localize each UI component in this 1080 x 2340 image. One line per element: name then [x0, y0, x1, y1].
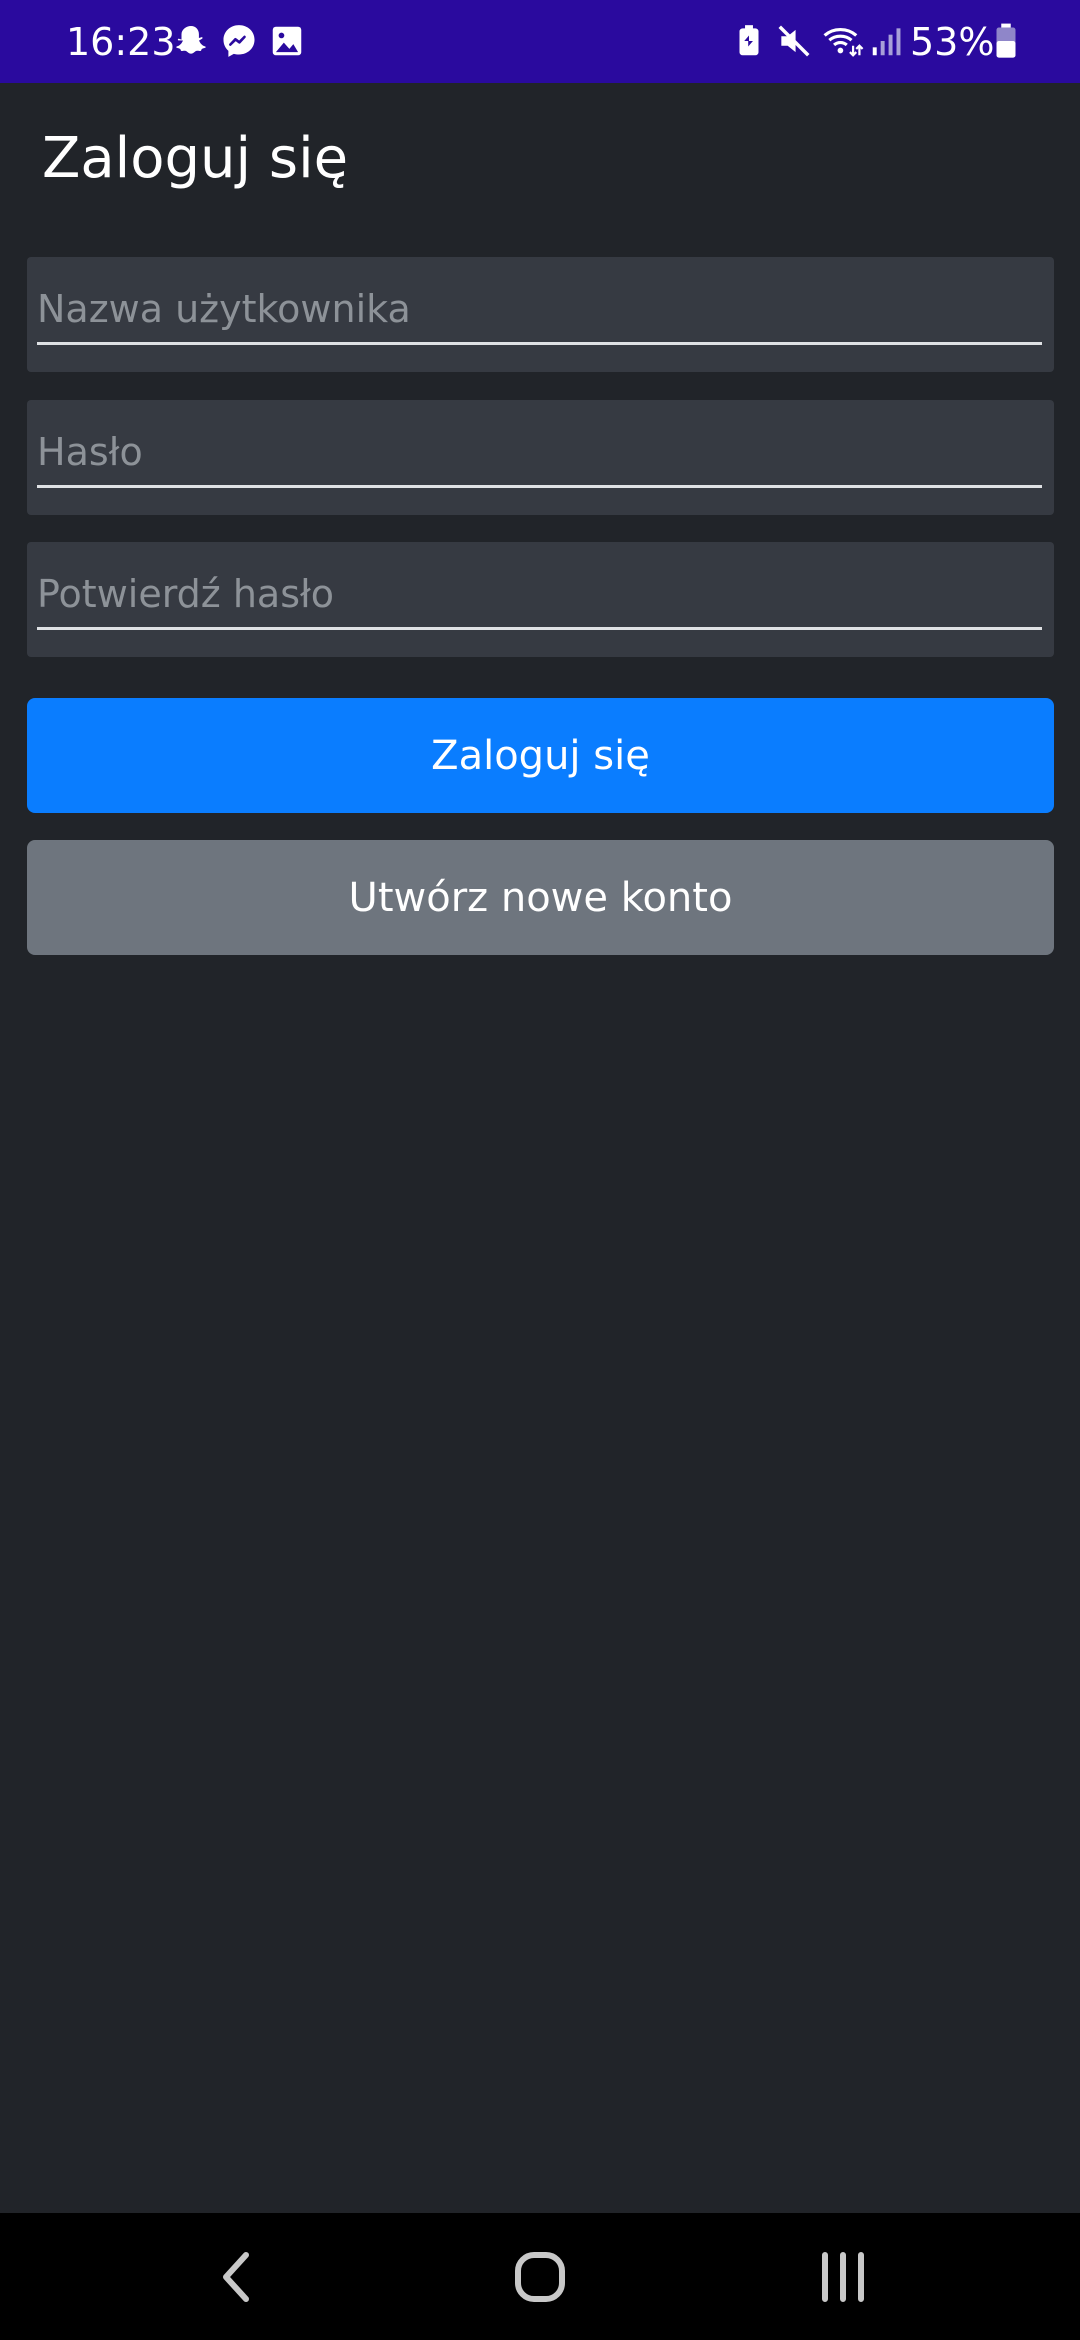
create-account-button-label: Utwórz nowe konto — [348, 874, 733, 921]
mute-icon — [775, 22, 813, 60]
page-title: Zaloguj się — [42, 126, 349, 191]
create-account-button[interactable]: Utwórz nowe konto — [27, 840, 1054, 955]
recent-apps-icon — [822, 2252, 864, 2302]
battery-percent: 53% — [910, 20, 995, 64]
username-input[interactable] — [37, 275, 1042, 345]
password-field-container — [27, 400, 1054, 515]
battery-icon — [994, 22, 1018, 60]
gallery-icon — [268, 22, 306, 60]
navigation-bar — [0, 2213, 1080, 2340]
login-button[interactable]: Zaloguj się — [27, 698, 1054, 813]
password-input[interactable] — [37, 418, 1042, 488]
messenger-icon — [220, 22, 258, 60]
back-icon — [223, 2252, 249, 2302]
wifi-icon — [820, 22, 864, 60]
status-bar: 16:23 53% — [0, 0, 1080, 83]
battery-saver-icon — [730, 22, 768, 60]
confirm-password-field-container — [27, 542, 1054, 657]
confirm-password-input[interactable] — [37, 560, 1042, 630]
home-button[interactable] — [500, 2241, 580, 2313]
status-time: 16:23 — [66, 20, 176, 64]
recent-apps-button[interactable] — [803, 2241, 883, 2313]
back-button[interactable] — [198, 2241, 278, 2313]
snapchat-icon — [172, 22, 210, 60]
screen: 16:23 53% Zaloguj się Nazwa użytkownika … — [0, 0, 1080, 2340]
signal-icon — [868, 22, 906, 60]
username-field-container — [27, 257, 1054, 372]
login-button-label: Zaloguj się — [431, 732, 650, 779]
home-icon — [515, 2252, 565, 2302]
